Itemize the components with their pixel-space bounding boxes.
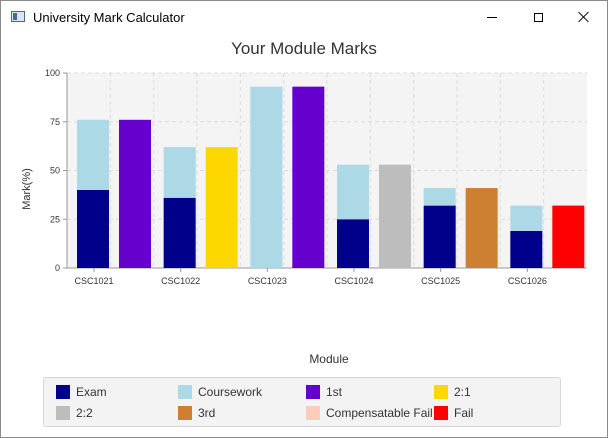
legend-item-fail: Fail [434,404,473,422]
plot-area: 0 25 50 75 100 CSC1021 CSC1022 CSC1023 CSC1024 CS… [45,68,587,286]
x-axis-label: Module [309,352,349,366]
bar-classification-csc1026 [552,205,585,268]
legend-label: Fail [454,406,474,420]
close-button[interactable] [561,1,607,33]
minimize-icon [487,16,497,18]
legend-item-coursework: Coursework [178,383,262,401]
bar-coursework-csc1024 [337,164,369,220]
bar-exam-csc1022 [163,197,196,268]
legend-item-1st: 1st [306,383,342,401]
close-icon [578,11,590,23]
y-tick-label: 75 [50,117,60,127]
legend-label: 2:2 [76,406,93,420]
bar-coursework-csc1021 [77,119,109,190]
legend-swatch [434,406,448,420]
legend-item-3rd: 3rd [178,404,215,422]
legend-swatch [306,406,320,420]
legend-label: Compensatable Fail [326,406,433,420]
legend-label: Coursework [198,385,263,399]
bar-classification-csc1021 [119,119,151,268]
legend-swatch [178,385,192,399]
legend-swatch [306,385,320,399]
bar-coursework-csc1025 [423,188,456,206]
bar-exam-csc1024 [337,219,369,268]
legend-swatch [434,385,448,399]
x-tick-label-csc1023: CSC1023 [248,276,287,286]
maximize-icon [533,12,543,22]
window-app-icon [11,11,25,22]
y-tick-label: 25 [50,214,60,224]
legend-swatch [178,406,192,420]
legend-label: 2:1 [454,385,471,399]
y-tick-label: 100 [45,68,60,78]
legend-item-compensatable-fail: Compensatable Fail [306,404,433,422]
legend-item-2-1: 2:1 [434,383,471,401]
bar-coursework-csc1023 [250,86,283,269]
legend-swatch [56,406,70,420]
bar-exam-csc1026 [510,230,543,268]
minimize-button[interactable] [469,1,515,33]
legend-label: 3rd [198,406,216,420]
x-tick-label-csc1024: CSC1024 [334,276,373,286]
app-window: University Mark Calculator Your Module M… [0,0,608,438]
y-tick-label: 50 [50,166,60,176]
bar-coursework-csc1026 [510,205,543,231]
title-bar[interactable]: University Mark Calculator [1,1,607,33]
bar-exam-csc1021 [77,190,109,268]
bar-coursework-csc1022 [163,147,196,198]
bar-classification-csc1025 [465,188,498,268]
maximize-button[interactable] [515,1,561,33]
chart-legend: Exam Coursework 1st 2:1 2:2 3rd Compensatable … [43,377,561,427]
bar-classification-csc1024 [379,164,411,268]
legend-swatch [56,385,70,399]
bar-classification-csc1023 [292,86,325,269]
y-tick-label: 0 [55,263,60,273]
x-tick-label-csc1026: CSC1026 [508,276,547,286]
legend-item-2-2: 2:2 [56,404,93,422]
legend-label: 1st [326,385,343,399]
x-tick-label-csc1021: CSC1021 [74,276,113,286]
bar-chart: Your Module Marks Mark(%) 0 25 50 75 100 CSC1… [1,33,607,437]
bar-exam-csc1025 [423,205,456,268]
x-tick-label-csc1022: CSC1022 [161,276,200,286]
x-tick-label-csc1025: CSC1025 [421,276,460,286]
legend-label: Exam [76,385,107,399]
window-title: University Mark Calculator [33,10,185,25]
legend-item-exam: Exam [56,383,107,401]
bar-classification-csc1022 [205,147,238,268]
